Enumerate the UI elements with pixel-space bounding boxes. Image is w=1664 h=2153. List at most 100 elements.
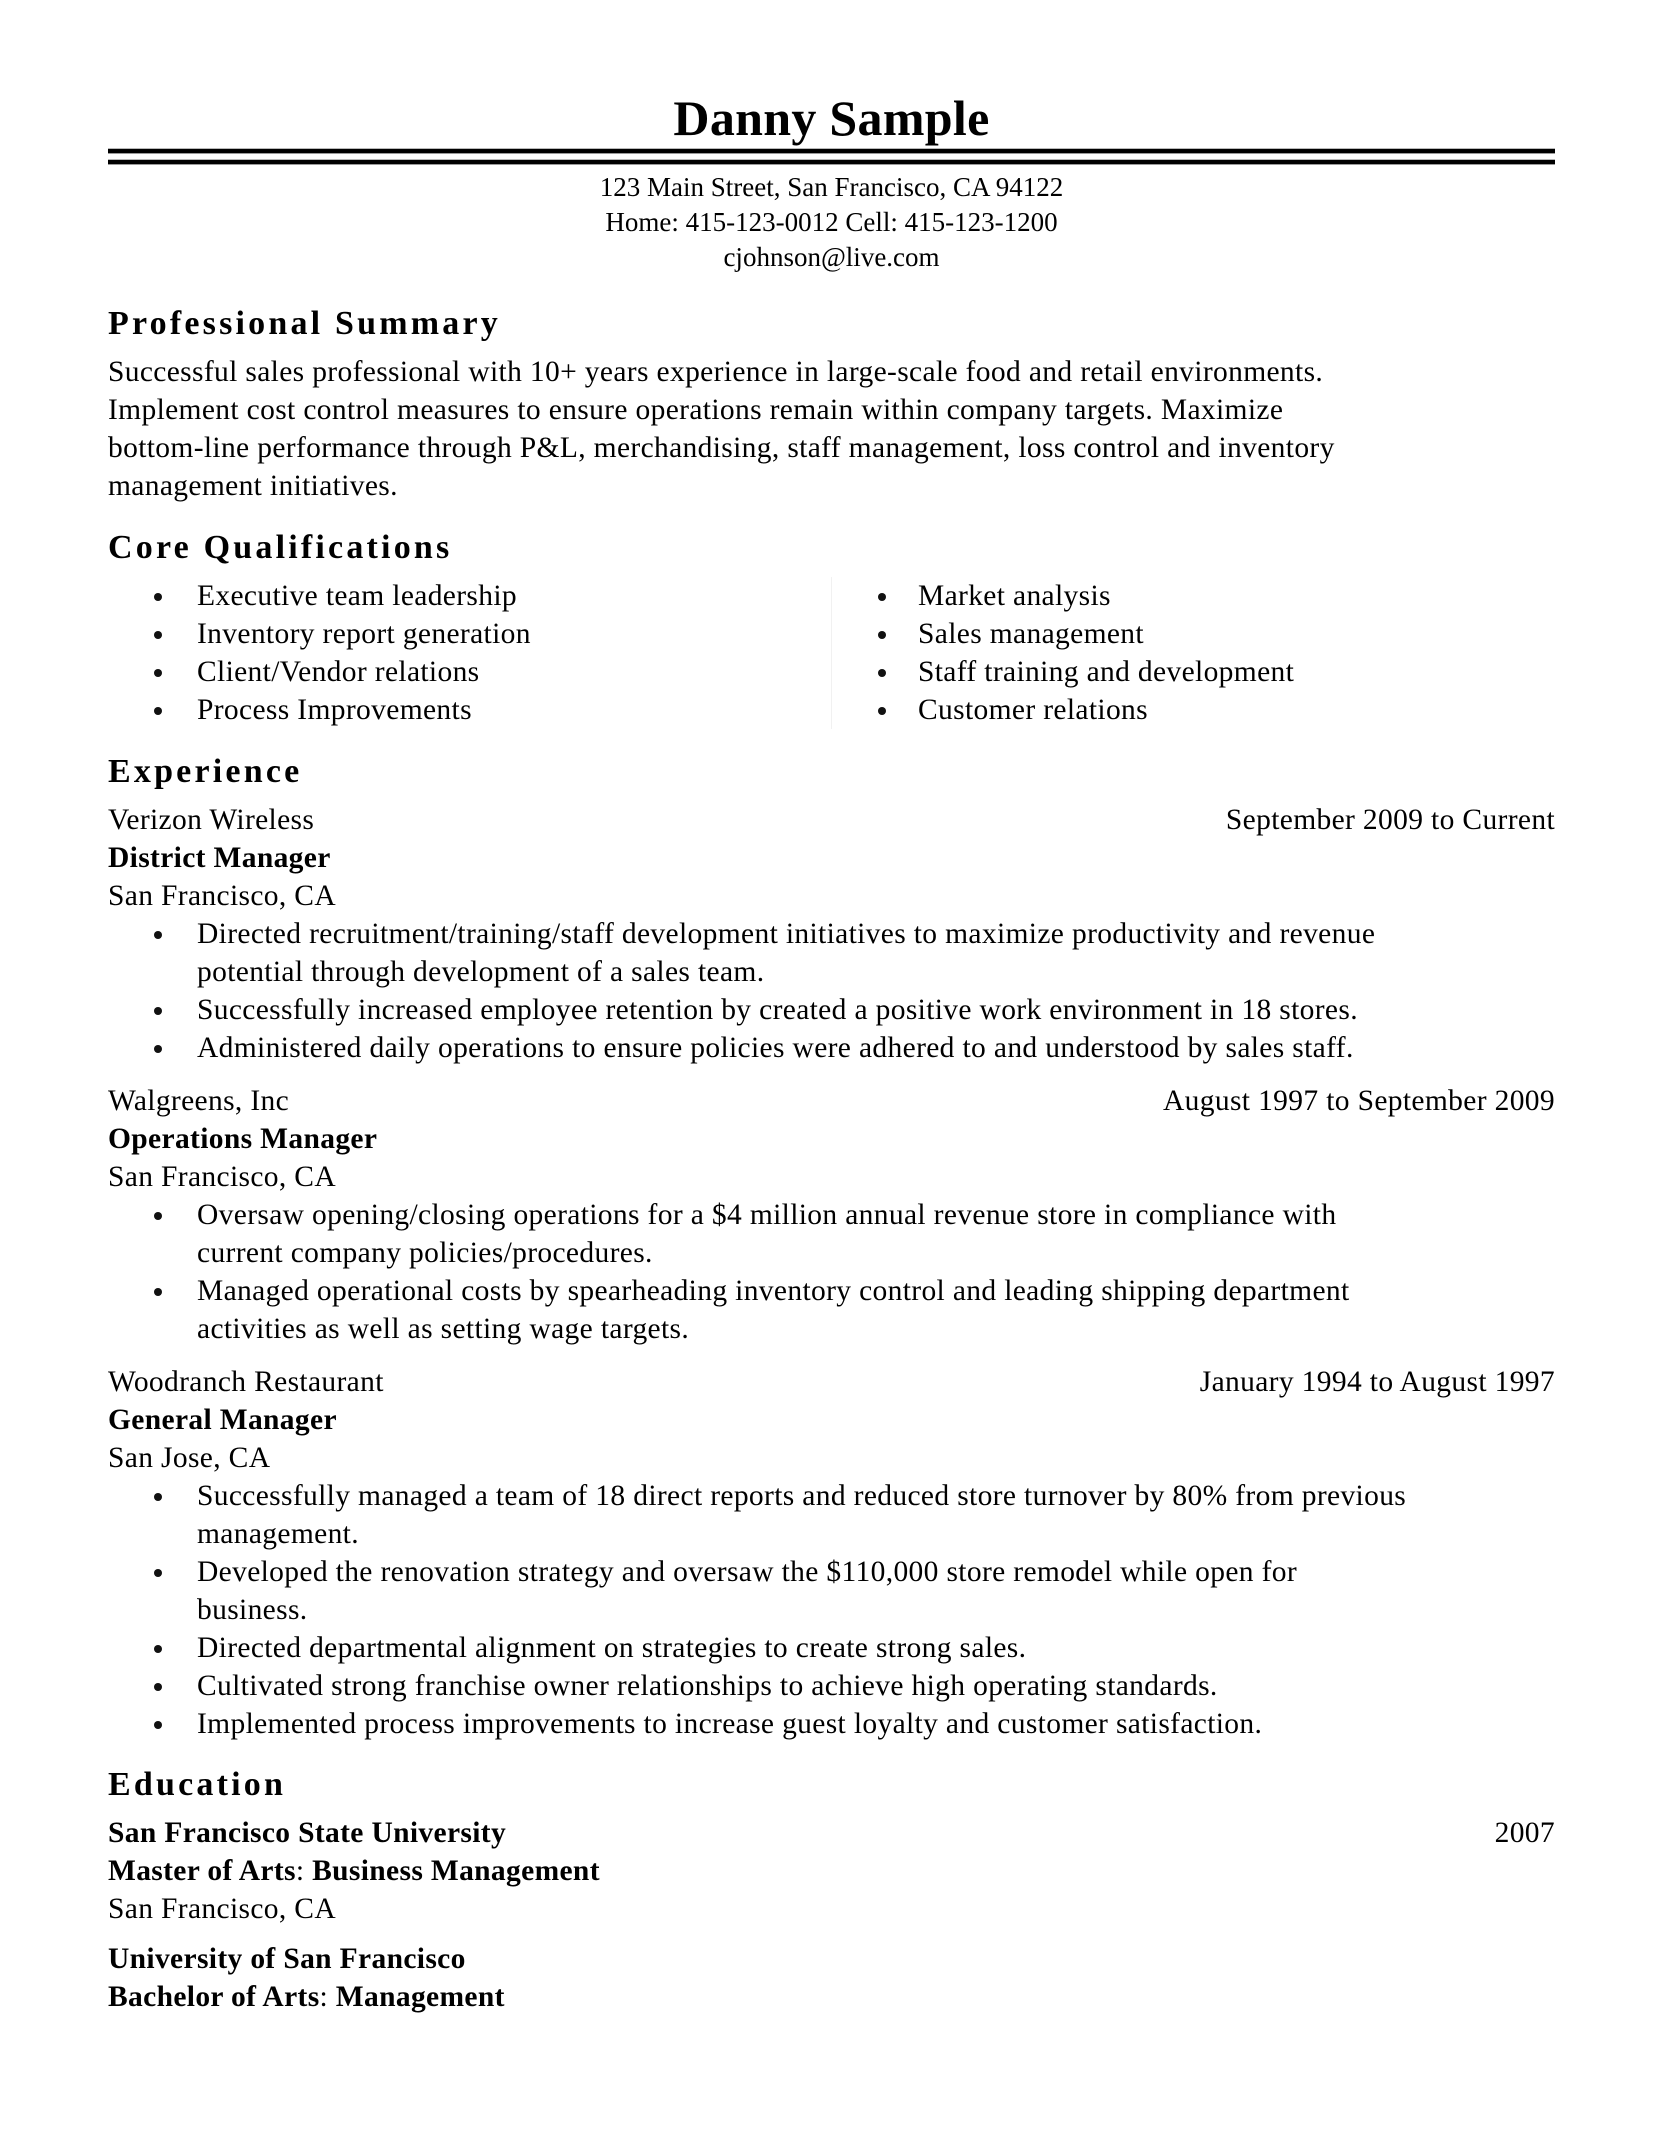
job-bullets: Successfully managed a team of 18 direct… [108, 1477, 1555, 1743]
bullet-icon [154, 1569, 162, 1577]
bullet-icon [154, 1212, 162, 1220]
job-dates: January 1994 to August 1997 [1199, 1366, 1555, 1398]
bullet-line: Oversaw opening/closing operations for a… [197, 1199, 1337, 1231]
header-divider-bottom [108, 160, 1555, 164]
header-divider-top [108, 149, 1555, 153]
bullet-line: current company policies/procedures. [197, 1237, 653, 1269]
job-bullet: Managed operational costs by spearheadin… [108, 1272, 1555, 1348]
summary-line: Implement cost control measures to ensur… [108, 394, 1284, 426]
qualification-text: Market analysis [918, 580, 1111, 612]
education-entry: San Francisco State University 2007 Mast… [108, 1814, 1555, 1928]
qualification-text: Customer relations [918, 694, 1148, 726]
job-entry: Woodranch Restaurant January 1994 to Aug… [108, 1363, 1555, 1743]
bullet-line: Administered daily operations to ensure … [197, 1032, 1354, 1064]
job-location: San Jose, CA [108, 1442, 271, 1474]
bullet-line: Managed operational costs by spearheadin… [197, 1275, 1350, 1307]
job-bullet: Directed recruitment/training/staff deve… [108, 915, 1555, 991]
bullet-icon [878, 707, 886, 715]
qualification-item: Market analysis [832, 577, 1556, 615]
summary-paragraph: Successful sales professional with 10+ y… [108, 353, 1555, 505]
bullet-icon [154, 1007, 162, 1015]
bullet-icon [154, 707, 162, 715]
school-name: San Francisco State University [108, 1817, 507, 1849]
job-dates: August 1997 to September 2009 [1163, 1085, 1555, 1117]
job-entry: Verizon Wireless September 2009 to Curre… [108, 801, 1555, 1067]
qualification-item: Sales management [832, 615, 1556, 653]
summary-line: Successful sales professional with 10+ y… [108, 356, 1324, 388]
degree-type: Bachelor of Arts [108, 1981, 320, 2013]
bullet-icon [154, 669, 162, 677]
job-location: San Francisco, CA [108, 1161, 336, 1193]
graduation-year: 2007 [1494, 1817, 1555, 1849]
qualification-text: Inventory report generation [197, 618, 531, 650]
qualification-text: Process Improvements [197, 694, 472, 726]
bullet-icon [878, 669, 886, 677]
education-header-row: San Francisco State University 2007 [108, 1814, 1555, 1852]
bullet-line: potential through development of a sales… [197, 956, 765, 988]
contact-block: 123 Main Street, San Francisco, CA 94122… [108, 170, 1555, 275]
bullet-icon [154, 1683, 162, 1691]
degree-major: Business Management [304, 1855, 600, 1887]
address: 123 Main Street, San Francisco, CA 94122 [599, 172, 1064, 202]
job-bullets: Oversaw opening/closing operations for a… [108, 1196, 1555, 1348]
qualification-text: Sales management [918, 618, 1144, 650]
job-bullet: Successfully increased employee retentio… [108, 991, 1555, 1029]
qualifications-column-left: Executive team leadership Inventory repo… [108, 577, 831, 729]
bullet-icon [154, 1493, 162, 1501]
job-bullets: Directed recruitment/training/staff deve… [108, 915, 1555, 1067]
qualification-item: Customer relations [832, 691, 1556, 729]
company-name: Woodranch Restaurant [108, 1366, 384, 1398]
job-title: General Manager [108, 1404, 337, 1436]
bullet-line: Successfully increased employee retentio… [197, 994, 1358, 1026]
bullet-line: Cultivated strong franchise owner relati… [197, 1670, 1218, 1702]
company-name: Verizon Wireless [108, 804, 315, 836]
bullet-icon [154, 1288, 162, 1296]
job-header-row: Walgreens, Inc August 1997 to September … [108, 1082, 1555, 1120]
qualification-text: Staff training and development [918, 656, 1295, 688]
degree-major: Management [328, 1981, 505, 2013]
summary-line: management initiatives. [108, 470, 398, 502]
job-title: District Manager [108, 842, 331, 874]
job-bullet: Implemented process improvements to incr… [108, 1705, 1555, 1743]
job-bullet: Administered daily operations to ensure … [108, 1029, 1555, 1067]
bullet-icon [878, 631, 886, 639]
email: cjohnson@live.com [723, 242, 940, 272]
phone-numbers: Home: 415-123-0012 Cell: 415-123-1200 [605, 207, 1058, 237]
job-bullet: Oversaw opening/closing operations for a… [108, 1196, 1555, 1272]
bullet-line: activities as well as setting wage targe… [197, 1313, 690, 1345]
qualifications-column-right: Market analysis Sales management Staff t… [831, 577, 1556, 729]
job-header-row: Verizon Wireless September 2009 to Curre… [108, 801, 1555, 839]
qualification-item: Process Improvements [108, 691, 831, 729]
bullet-line: Successfully managed a team of 18 direct… [197, 1480, 1407, 1512]
bullet-line: business. [197, 1594, 308, 1626]
bullet-line: Developed the renovation strategy and ov… [197, 1556, 1298, 1588]
job-dates: September 2009 to Current [1225, 804, 1555, 836]
bullet-icon [154, 593, 162, 601]
job-header-row: Woodranch Restaurant January 1994 to Aug… [108, 1363, 1555, 1401]
qualification-item: Inventory report generation [108, 615, 831, 653]
candidate-name: Danny Sample [673, 90, 990, 146]
bullet-icon [154, 1721, 162, 1729]
job-bullet: Directed departmental alignment on strat… [108, 1629, 1555, 1667]
qualification-item: Client/Vendor relations [108, 653, 831, 691]
bullet-line: management. [197, 1518, 359, 1550]
bullet-line: Implemented process improvements to incr… [197, 1708, 1263, 1740]
education-entry: University of San Francisco Bachelor of … [108, 1940, 1555, 2016]
job-entry: Walgreens, Inc August 1997 to September … [108, 1082, 1555, 1348]
bullet-icon [154, 1045, 162, 1053]
summary-line: bottom-line performance through P&L, mer… [108, 432, 1335, 464]
bullet-line: Directed recruitment/training/staff deve… [197, 918, 1376, 950]
section-title-summary: Professional Summary [108, 305, 501, 342]
qualification-item: Executive team leadership [108, 577, 831, 615]
degree-line: Master of Arts: Business Management [108, 1852, 1555, 1890]
school-name: University of San Francisco [108, 1943, 466, 1975]
qualification-text: Executive team leadership [197, 580, 517, 612]
bullet-line: Directed departmental alignment on strat… [197, 1632, 1027, 1664]
section-title-education: Education [108, 1766, 287, 1803]
job-bullet: Developed the renovation strategy and ov… [108, 1553, 1555, 1629]
section-title-qualifications: Core Qualifications [108, 529, 453, 566]
job-bullet: Cultivated strong franchise owner relati… [108, 1667, 1555, 1705]
education-location: San Francisco, CA [108, 1893, 336, 1925]
bullet-icon [154, 931, 162, 939]
degree-line: Bachelor of Arts: Management [108, 1978, 1555, 2016]
